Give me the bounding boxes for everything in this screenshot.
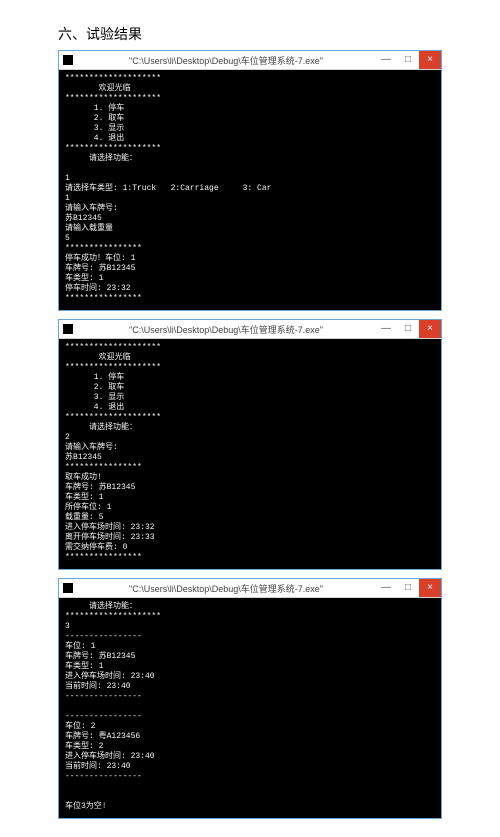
titlebar: "C:\Users\li\Desktop\Debug\车位管理系统-7.exe"… [59,579,441,598]
console-output-3: 请选择功能： ******************** 3 ----------… [59,598,441,818]
close-button[interactable]: × [419,579,441,597]
titlebar: "C:\Users\li\Desktop\Debug\车位管理系统-7.exe"… [59,51,441,70]
console-window-1: "C:\Users\li\Desktop\Debug\车位管理系统-7.exe"… [58,50,442,311]
console-output-1: ******************** 欢迎光临 **************… [59,70,441,310]
minimize-button[interactable]: — [375,320,397,338]
close-button[interactable]: × [419,51,441,69]
maximize-button[interactable]: □ [397,51,419,69]
minimize-button[interactable]: — [375,51,397,69]
window-controls: — □ × [375,51,441,69]
titlebar: "C:\Users\li\Desktop\Debug\车位管理系统-7.exe"… [59,320,441,339]
app-icon [63,324,73,334]
console-window-2: "C:\Users\li\Desktop\Debug\车位管理系统-7.exe"… [58,319,442,570]
window-controls: — □ × [375,320,441,338]
maximize-button[interactable]: □ [397,320,419,338]
window-controls: — □ × [375,579,441,597]
maximize-button[interactable]: □ [397,579,419,597]
console-output-2: ******************** 欢迎光临 **************… [59,339,441,569]
app-icon [63,583,73,593]
console-window-3: "C:\Users\li\Desktop\Debug\车位管理系统-7.exe"… [58,578,442,819]
app-icon [63,55,73,65]
window-title: "C:\Users\li\Desktop\Debug\车位管理系统-7.exe" [77,582,375,595]
close-button[interactable]: × [419,320,441,338]
section-heading: 六、试验结果 [58,24,442,44]
minimize-button[interactable]: — [375,579,397,597]
window-title: "C:\Users\li\Desktop\Debug\车位管理系统-7.exe" [77,54,375,67]
window-title: "C:\Users\li\Desktop\Debug\车位管理系统-7.exe" [77,323,375,336]
